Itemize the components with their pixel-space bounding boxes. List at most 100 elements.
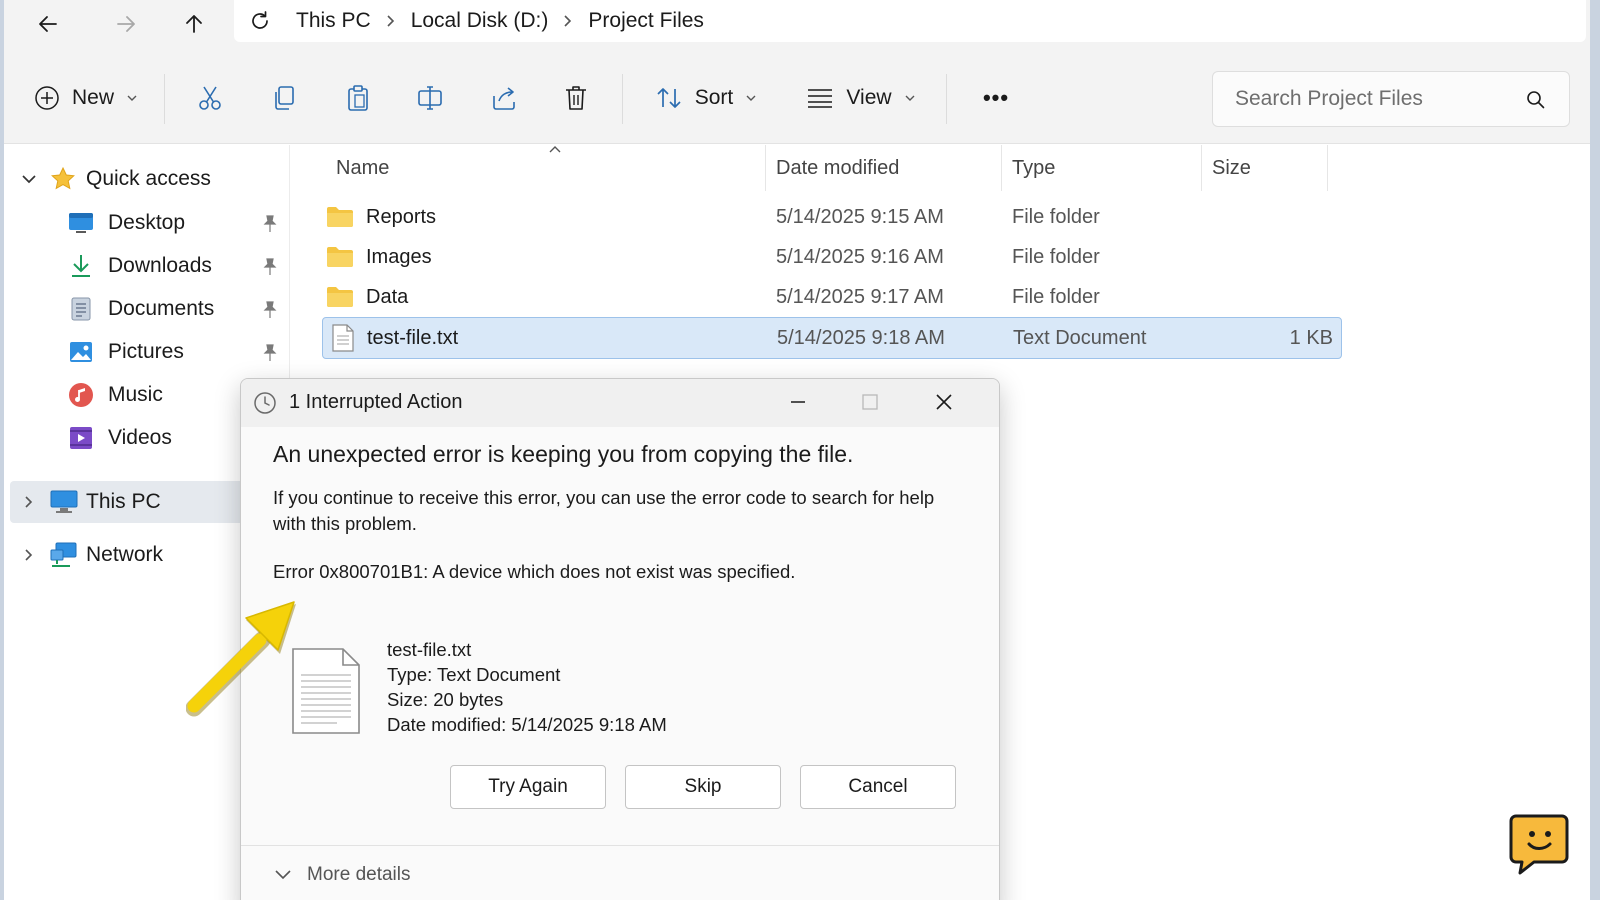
rename-icon [418,86,442,110]
sidebar-item-documents[interactable]: Documents [68,289,278,329]
toolbar-divider [622,74,623,124]
interrupted-action-dialog: 1 Interrupted Action An unexpected error… [240,378,1000,900]
chevron-right-icon[interactable] [22,547,36,563]
new-button[interactable]: New [30,76,142,120]
sidebar-item-quick-access[interactable]: Quick access [20,159,280,199]
chevron-right-icon [385,14,397,28]
skip-button[interactable]: Skip [625,765,781,809]
sidebar-item-downloads[interactable]: Downloads [68,246,278,286]
documents-icon [71,297,91,321]
sidebar-item-label: Pictures [108,340,184,363]
file-details-name: test-file.txt [387,639,472,660]
breadcrumb-this-pc[interactable]: This PC [296,9,371,33]
music-icon [69,383,93,407]
sidebar-item-pictures[interactable]: Pictures [68,332,278,372]
dialog-title-bar[interactable]: 1 Interrupted Action [241,379,999,427]
share-icon [493,87,515,110]
sidebar-item-desktop[interactable]: Desktop [68,203,278,243]
delete-button[interactable] [554,76,598,120]
search-icon[interactable] [1525,89,1547,111]
view-button[interactable]: View [802,76,920,120]
up-button[interactable] [174,6,214,42]
pin-icon[interactable] [262,344,278,362]
address-box[interactable]: This PC Local Disk (D:) Project Files [234,0,1586,42]
share-button[interactable] [482,76,526,120]
sidebar-item-label: Documents [108,297,215,320]
pin-icon[interactable] [262,301,278,319]
chevron-down-icon [127,95,137,101]
chevron-down-icon [275,870,291,880]
cancel-button[interactable]: Cancel [800,765,956,809]
chevron-down-icon [905,95,915,101]
rename-button[interactable] [408,76,452,120]
sidebar-item-label: Downloads [108,254,212,277]
file-date: 5/14/2025 9:17 AM [776,285,944,308]
file-name: test-file.txt [367,326,459,349]
file-type: File folder [1012,285,1100,308]
chevron-right-icon[interactable] [22,494,36,510]
window-frame-right [1590,0,1600,900]
folder-icon [327,287,353,307]
minimize-icon [791,401,805,403]
more-options-button[interactable]: ••• [970,76,1022,120]
column-header-type[interactable]: Type [1012,145,1202,191]
column-header-name[interactable]: Name [336,145,766,191]
file-date: 5/14/2025 9:15 AM [776,205,944,228]
minimize-button[interactable] [775,385,821,419]
file-details: test-file.txt Type: Text Document Size: … [387,637,667,737]
plus-circle-icon [35,86,59,110]
view-list-icon [808,89,833,108]
scissors-icon [199,86,221,110]
folder-icon [327,247,353,267]
table-row[interactable]: Images 5/14/2025 9:16 AM File folder [322,237,1342,277]
paste-button[interactable] [336,76,380,120]
pin-icon[interactable] [262,215,278,233]
search-input[interactable] [1235,87,1515,111]
back-button[interactable] [28,6,68,42]
refresh-icon[interactable] [248,9,272,33]
error-code-text: Error 0x800701B1: A device which does no… [273,561,796,582]
file-details-size: Size: 20 bytes [387,689,504,710]
trash-icon [566,86,586,110]
star-icon [51,166,75,190]
annotation-arrow-icon [186,601,296,717]
text-file-icon [332,324,354,352]
search-box[interactable] [1212,71,1570,127]
back-arrow-icon [39,16,57,32]
column-header-size[interactable]: Size [1212,145,1328,191]
table-row-selected[interactable]: test-file.txt 5/14/2025 9:18 AM Text Doc… [322,317,1342,359]
file-size: 1 KB [1289,326,1333,349]
folder-icon [327,207,353,227]
up-arrow-icon [186,15,202,33]
table-row[interactable]: Data 5/14/2025 9:17 AM File folder [322,277,1342,317]
toolbar-divider [164,74,165,124]
network-icon [50,542,77,567]
more-details-toggle[interactable]: More details [273,857,411,893]
dialog-divider [241,845,999,846]
chat-assistant-icon[interactable] [1508,812,1570,876]
file-name: Images [366,245,432,268]
copy-button[interactable] [262,76,306,120]
pin-icon[interactable] [262,258,278,276]
cut-button[interactable] [188,76,232,120]
dialog-title: 1 Interrupted Action [289,391,463,413]
chevron-right-icon [562,14,574,28]
file-name: Reports [366,205,437,228]
breadcrumb-project-files[interactable]: Project Files [588,9,704,33]
table-row[interactable]: Reports 5/14/2025 9:15 AM File folder [322,197,1342,237]
command-bar: New Sort View ••• [4,54,1590,144]
try-again-button[interactable]: Try Again [450,765,606,809]
forward-button[interactable] [106,6,146,42]
close-button[interactable] [921,385,967,419]
forward-arrow-icon [117,16,135,32]
file-name: Data [366,285,409,308]
sort-button[interactable]: Sort [650,76,762,120]
breadcrumb-local-disk[interactable]: Local Disk (D:) [411,9,549,33]
dialog-heading: An unexpected error is keeping you from … [273,441,854,467]
chevron-down-icon[interactable] [20,172,38,186]
column-header-date-modified[interactable]: Date modified [776,145,1002,191]
desktop-icon [69,213,93,233]
maximize-button[interactable] [847,385,893,419]
toolbar-divider [946,74,947,124]
chevron-down-icon [746,95,756,101]
